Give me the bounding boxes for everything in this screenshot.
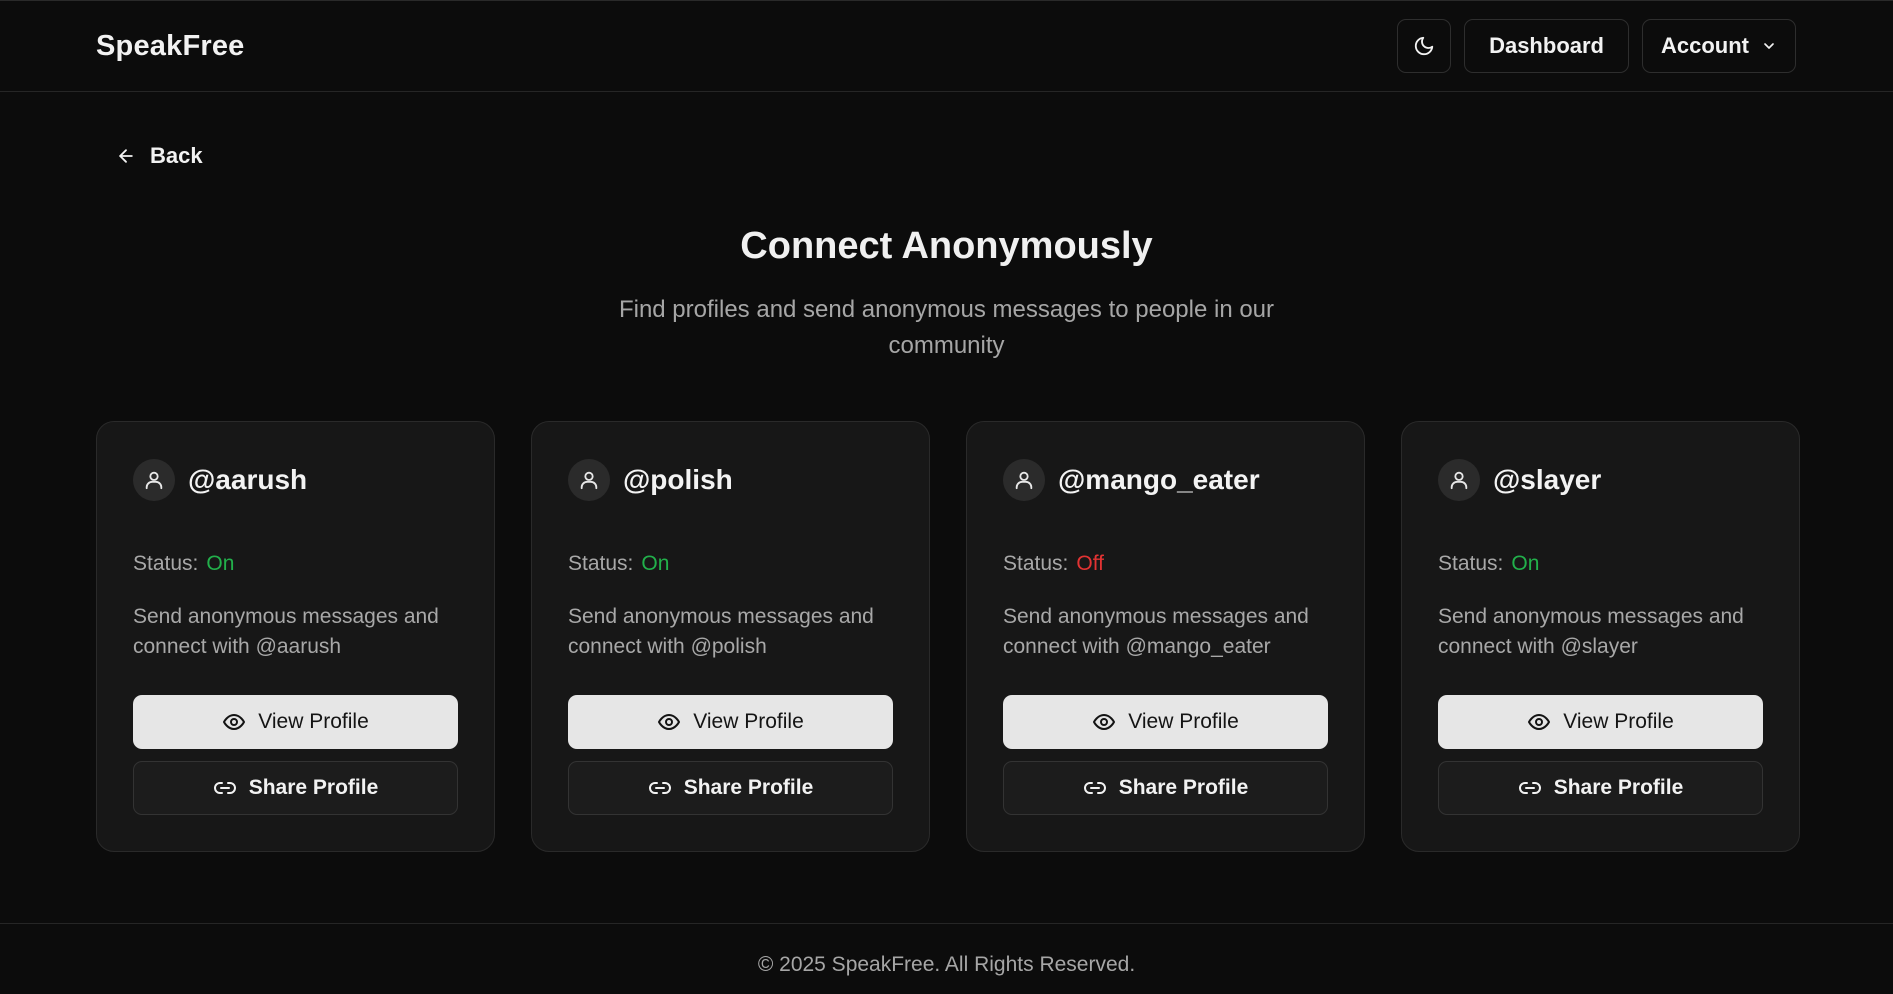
view-profile-button[interactable]: View Profile <box>1003 695 1328 749</box>
share-profile-label: Share Profile <box>248 776 379 799</box>
page-subtitle: Find profiles and send anonymous message… <box>618 296 1275 359</box>
profile-status: Status: On <box>133 552 458 576</box>
share-profile-button[interactable]: Share Profile <box>1438 761 1763 815</box>
view-profile-label: View Profile <box>1128 710 1239 733</box>
back-label: Back <box>150 143 203 168</box>
view-profile-label: View Profile <box>1563 710 1674 733</box>
profile-handle: @mango_eater <box>1058 464 1260 495</box>
share-profile-label: Share Profile <box>683 776 814 799</box>
status-label: Status: <box>1438 552 1504 575</box>
profile-description: Send anonymous messages and connect with… <box>568 605 874 658</box>
link-icon <box>648 782 671 794</box>
avatar <box>1003 459 1045 501</box>
profile-handle: @polish <box>623 464 733 495</box>
dashboard-button[interactable]: Dashboard <box>1464 19 1629 73</box>
hero-section: Connect Anonymously Find profiles and se… <box>0 225 1893 364</box>
status-value: Off <box>1076 552 1104 575</box>
brand-logo[interactable]: SpeakFree <box>96 30 245 63</box>
profile-card-header: @mango_eater <box>1003 458 1328 502</box>
arrow-left-icon <box>119 149 133 163</box>
moon-icon <box>1414 36 1434 56</box>
chevron-down-icon <box>1764 43 1774 49</box>
status-value: On <box>641 552 670 575</box>
profile-card: @aarush Status: On Send anonymous message… <box>96 421 495 852</box>
share-profile-button[interactable]: Share Profile <box>133 761 458 815</box>
profile-card-grid: @aarush Status: On Send anonymous message… <box>96 421 1801 852</box>
status-label: Status: <box>568 552 634 575</box>
profile-card-header: @polish <box>568 458 893 502</box>
profile-card: @slayer Status: On Send anonymous message… <box>1401 421 1800 852</box>
view-profile-label: View Profile <box>258 710 369 733</box>
avatar <box>133 459 175 501</box>
profile-card-header: @aarush <box>133 458 458 502</box>
user-icon <box>145 471 163 490</box>
profile-handle: @aarush <box>188 464 308 495</box>
link-icon <box>1518 782 1541 794</box>
eye-icon <box>1093 714 1116 730</box>
profile-description: Send anonymous messages and connect with… <box>1438 605 1744 658</box>
link-icon <box>1083 782 1106 794</box>
status-label: Status: <box>133 552 199 575</box>
eye-icon <box>1528 714 1551 730</box>
eye-icon <box>223 714 246 730</box>
view-profile-button[interactable]: View Profile <box>133 695 458 749</box>
status-label: Status: <box>1003 552 1069 575</box>
share-profile-button[interactable]: Share Profile <box>1003 761 1328 815</box>
footer: © 2025 SpeakFree. All Rights Reserved. <box>0 923 1893 994</box>
eye-icon <box>658 714 681 730</box>
user-icon <box>580 471 598 490</box>
top-navbar: SpeakFree Dashboard Account <box>0 0 1893 92</box>
link-icon <box>213 782 236 794</box>
avatar <box>1438 459 1480 501</box>
profile-card: @polish Status: On Send anonymous message… <box>531 421 930 852</box>
status-value: On <box>206 552 235 575</box>
back-button[interactable]: Back <box>116 143 203 169</box>
view-profile-button[interactable]: View Profile <box>1438 695 1763 749</box>
avatar <box>568 459 610 501</box>
share-profile-label: Share Profile <box>1118 776 1249 799</box>
account-menu-button[interactable]: Account <box>1642 19 1796 73</box>
page-title: Connect Anonymously <box>740 225 1153 267</box>
account-label: Account <box>1661 33 1749 58</box>
share-profile-label: Share Profile <box>1553 776 1684 799</box>
user-icon <box>1450 471 1468 490</box>
profile-status: Status: On <box>1438 552 1763 576</box>
user-icon <box>1015 471 1033 490</box>
copyright-text: © 2025 SpeakFree. All Rights Reserved. <box>757 953 1136 976</box>
profile-status: Status: On <box>568 552 893 576</box>
profile-card: @mango_eater Status: Off Send anonymous m… <box>966 421 1365 852</box>
theme-toggle-button[interactable] <box>1397 19 1452 73</box>
profile-status: Status: Off <box>1003 552 1328 576</box>
profile-card-header: @slayer <box>1438 458 1763 502</box>
view-profile-button[interactable]: View Profile <box>568 695 893 749</box>
nav-actions: Dashboard Account <box>1397 19 1796 73</box>
view-profile-label: View Profile <box>693 710 804 733</box>
profile-description: Send anonymous messages and connect with… <box>1003 605 1309 658</box>
profile-description: Send anonymous messages and connect with… <box>133 605 439 658</box>
profile-handle: @slayer <box>1493 464 1602 495</box>
share-profile-button[interactable]: Share Profile <box>568 761 893 815</box>
status-value: On <box>1511 552 1540 575</box>
